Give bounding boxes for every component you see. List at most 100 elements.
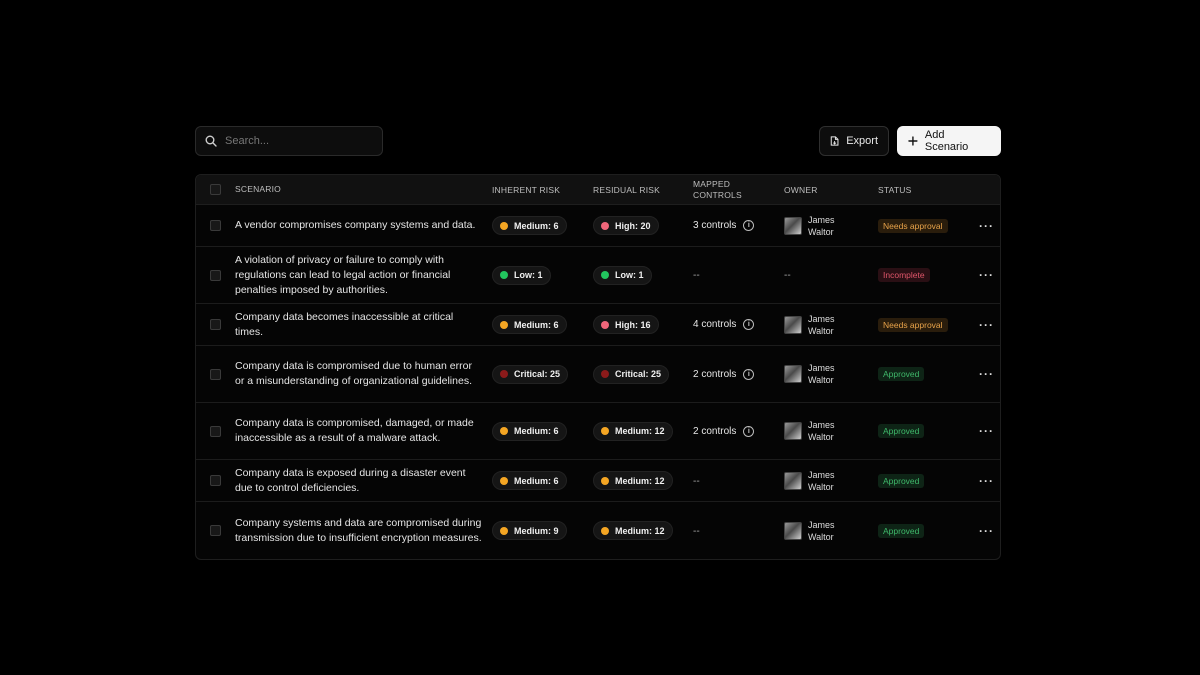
- avatar: [784, 216, 802, 235]
- add-scenario-button[interactable]: Add Scenario: [897, 126, 1001, 156]
- status-badge: Approved: [878, 473, 925, 488]
- mapped-controls-count: 2 controls: [693, 425, 737, 437]
- scenario-text: Company data is exposed during a disaste…: [235, 466, 466, 494]
- avatar: [784, 471, 802, 490]
- search-box[interactable]: [195, 126, 383, 156]
- avatar: [784, 422, 802, 440]
- column-header-status[interactable]: STATUS: [878, 185, 973, 195]
- residual-risk-label: Low: 1: [615, 270, 644, 280]
- risk-dot-icon: [601, 221, 609, 230]
- table-header: SCENARIO INHERENT RISK RESIDUAL RISK MAP…: [196, 175, 1000, 205]
- owner[interactable]: James Waltor: [784, 362, 878, 386]
- owner-last-name: Waltor: [808, 531, 834, 542]
- column-header-inherent-risk[interactable]: INHERENT RISK: [492, 185, 593, 195]
- inherent-risk-badge: Medium: 6: [492, 216, 567, 235]
- owner-last-name: Waltor: [808, 226, 834, 237]
- owner-first-name: James: [808, 313, 835, 324]
- mapped-controls[interactable]: 2 controls i: [693, 368, 784, 380]
- row-checkbox[interactable]: [210, 269, 221, 281]
- scenarios-table: SCENARIO INHERENT RISK RESIDUAL RISK MAP…: [195, 174, 1001, 560]
- mapped-controls[interactable]: 4 controls i: [693, 319, 784, 330]
- mapped-controls-empty: --: [693, 525, 700, 537]
- info-icon[interactable]: i: [743, 425, 755, 437]
- info-icon[interactable]: i: [743, 319, 755, 330]
- status-badge: Approved: [878, 367, 925, 381]
- column-header-residual-risk[interactable]: RESIDUAL RISK: [593, 185, 693, 195]
- column-header-mapped-line1: MAPPED: [693, 178, 731, 189]
- mapped-controls[interactable]: 2 controls i: [693, 425, 784, 437]
- more-options-icon[interactable]: ···: [979, 425, 994, 437]
- table-row[interactable]: A vendor compromises company systems and…: [196, 205, 1000, 247]
- residual-risk-badge: High: 20: [593, 216, 659, 235]
- row-checkbox[interactable]: [210, 525, 221, 536]
- more-options-icon[interactable]: ···: [979, 525, 994, 537]
- scenario-text: Company data becomes inaccessible at cri…: [235, 310, 454, 338]
- residual-risk-label: Medium: 12: [615, 525, 665, 536]
- owner-first-name: James: [808, 519, 835, 530]
- scenario-text: A vendor compromises company systems and…: [235, 219, 476, 231]
- table-row[interactable]: A violation of privacy or failure to com…: [196, 247, 1000, 304]
- inherent-risk-label: Critical: 25: [514, 369, 561, 379]
- mapped-controls-empty: --: [693, 475, 700, 487]
- select-all-checkbox[interactable]: [210, 184, 221, 195]
- risk-dot-icon: [601, 526, 609, 535]
- more-options-icon[interactable]: ···: [979, 319, 994, 331]
- residual-risk-label: Critical: 25: [615, 369, 662, 379]
- avatar: [784, 521, 802, 540]
- info-icon[interactable]: i: [743, 368, 755, 380]
- risk-dot-icon: [500, 320, 508, 329]
- table-row[interactable]: Company data is compromised due to human…: [196, 346, 1000, 403]
- table-row[interactable]: Company data is compromised, damaged, or…: [196, 403, 1000, 460]
- risk-dot-icon: [601, 271, 609, 279]
- owner[interactable]: James Waltor: [784, 519, 878, 543]
- owner-last-name: Waltor: [808, 432, 834, 442]
- owner[interactable]: James Waltor: [784, 313, 878, 337]
- search-input[interactable]: [225, 135, 365, 147]
- row-checkbox[interactable]: [210, 220, 221, 231]
- owner[interactable]: James Waltor: [784, 214, 878, 238]
- status-badge: Needs approval: [878, 218, 948, 233]
- column-header-owner[interactable]: OWNER: [784, 185, 878, 195]
- row-checkbox[interactable]: [210, 475, 221, 486]
- residual-risk-label: High: 16: [615, 319, 651, 330]
- export-button[interactable]: Export: [819, 126, 889, 156]
- inherent-risk-badge: Critical: 25: [492, 364, 569, 384]
- column-header-scenario[interactable]: SCENARIO: [235, 182, 492, 197]
- owner-first-name: James: [808, 420, 835, 430]
- more-options-icon[interactable]: ···: [979, 269, 994, 281]
- owner-first-name: James: [808, 469, 835, 480]
- column-header-mapped-controls[interactable]: MAPPED CONTROLS: [693, 179, 784, 201]
- inherent-risk-label: Medium: 6: [514, 475, 559, 486]
- risk-dot-icon: [601, 370, 609, 378]
- inherent-risk-badge: Medium: 9: [492, 521, 567, 540]
- more-options-icon[interactable]: ···: [979, 220, 994, 232]
- table-row[interactable]: Company data is exposed during a disaste…: [196, 460, 1000, 502]
- row-checkbox[interactable]: [210, 368, 221, 380]
- row-checkbox[interactable]: [210, 425, 221, 437]
- table-row[interactable]: Company data becomes inaccessible at cri…: [196, 304, 1000, 346]
- more-options-icon[interactable]: ···: [979, 475, 994, 487]
- owner-last-name: Waltor: [808, 325, 834, 336]
- mapped-controls-empty: --: [693, 270, 700, 281]
- inherent-risk-badge: Medium: 6: [492, 471, 567, 490]
- mapped-controls-count: 4 controls: [693, 319, 737, 330]
- more-options-icon[interactable]: ···: [979, 368, 994, 380]
- mapped-controls-count: 2 controls: [693, 368, 737, 380]
- search-icon: [205, 135, 217, 147]
- residual-risk-badge: Critical: 25: [593, 364, 670, 384]
- table-row[interactable]: Company systems and data are compromised…: [196, 502, 1000, 559]
- residual-risk-label: High: 20: [615, 220, 651, 231]
- row-checkbox[interactable]: [210, 319, 221, 330]
- info-icon[interactable]: i: [743, 220, 755, 231]
- risk-dot-icon: [500, 221, 508, 230]
- table-body: A vendor compromises company systems and…: [196, 205, 1000, 559]
- column-header-mapped-line2: CONTROLS: [693, 189, 742, 200]
- scenarios-panel: Export Add Scenario SCENARIO INHERENT RI…: [195, 126, 1001, 560]
- owner[interactable]: James Waltor: [784, 419, 878, 443]
- residual-risk-badge: Low: 1: [593, 265, 652, 285]
- residual-risk-badge: Medium: 12: [593, 421, 673, 441]
- owner-last-name: Waltor: [808, 481, 834, 492]
- residual-risk-badge: Medium: 12: [593, 471, 673, 490]
- owner[interactable]: James Waltor: [784, 469, 878, 493]
- mapped-controls[interactable]: 3 controls i: [693, 220, 784, 231]
